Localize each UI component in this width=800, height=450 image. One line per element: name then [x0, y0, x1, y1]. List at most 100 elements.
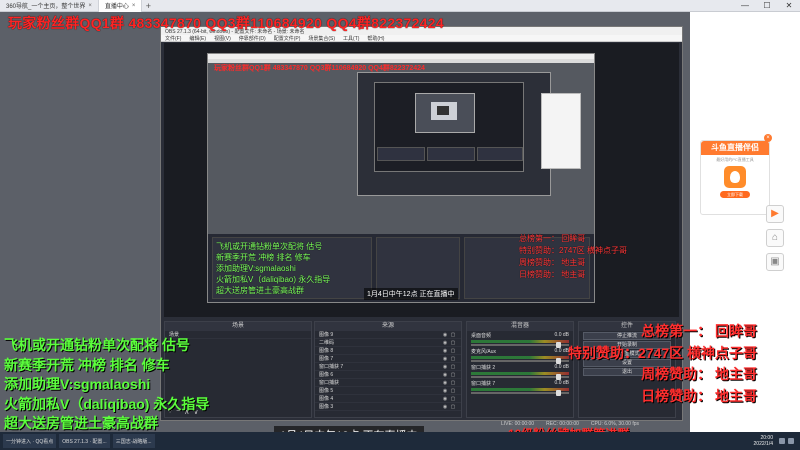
mixer-channel[interactable]: 桌面音频 0.0 dB — [467, 331, 573, 348]
red-line: 特别赞助：2747区 横神点子哥 — [568, 344, 758, 361]
eye-icon: ◉ — [442, 403, 448, 410]
screenshot-icon[interactable]: ▣ — [766, 253, 784, 271]
douyu-logo-icon — [724, 166, 746, 188]
volume-slider[interactable] — [471, 390, 569, 396]
clock-date: 2022/1/4 — [753, 441, 773, 447]
menu-item[interactable]: 帮助(H) — [367, 35, 384, 42]
home-icon[interactable]: ⌂ — [766, 229, 784, 247]
volume-slider[interactable] — [471, 358, 569, 364]
overlay-green-text: 飞机或开通钻粉单次配将 估号 新赛季开荒 冲榜 排名 修车 添加助理V:sgma… — [4, 336, 209, 434]
nested-capture-window-2 — [357, 72, 581, 196]
eye-icon: ◉ — [442, 371, 448, 378]
side-toolbar: ▶ ⌂ ▣ — [766, 205, 784, 271]
menu-item[interactable]: 工具(T) — [343, 35, 359, 42]
lock-icon: ▢ — [450, 339, 456, 346]
green-line: 添加助理V:sgmalaoshi — [216, 264, 296, 273]
source-item[interactable]: 图像 4 ◉ ▢ — [315, 395, 461, 403]
window-controls: — ☐ ✕ — [734, 1, 800, 10]
tab-label: 360导航_一个主页，整个世界 — [6, 4, 86, 10]
dock-title: 混音器 — [467, 322, 573, 331]
ad-title: 斗鱼直播伴侣 — [701, 141, 769, 155]
volume-slider[interactable] — [471, 374, 569, 380]
green-line: 超大送房管进土豪高战群 — [4, 415, 158, 431]
mixer-channel[interactable]: 窗口捕获 7 0.0 dB — [467, 379, 573, 396]
green-line: 火箭加私V（daliqibao) 永久指导 — [4, 395, 210, 412]
menu-item[interactable]: 视图(V) — [214, 35, 231, 42]
lock-icon: ▢ — [450, 371, 456, 378]
taskbar-item[interactable]: OBS 27.1.3 · 配置... — [59, 434, 110, 448]
green-line: 超大送房管进土豪高战群 — [216, 286, 304, 295]
browser-tab[interactable]: 360导航_一个主页，整个世界 × — [0, 0, 99, 12]
lock-icon: ▢ — [450, 379, 456, 386]
source-item[interactable]: 图像 9 ◉ ▢ — [315, 331, 461, 339]
green-line: 新赛季开荒 冲榜 排名 修车 — [216, 253, 311, 262]
eye-icon: ◉ — [442, 331, 448, 338]
taskbar-item[interactable]: 一分钟进入 · QQ看点 — [3, 434, 57, 448]
obs-preview[interactable]: 玩家粉丝群QQ1群 483347870 QQ3群110684920 QQ4群82… — [164, 43, 679, 317]
dock-title: 来源 — [315, 322, 461, 331]
obs-menubar: 文件(F) 编辑(E) 视图(V) 停靠部件(D) 配置文件(P) 场景集合(S… — [161, 35, 682, 42]
green-line: 飞机或开通钻粉单次配将 估号 — [216, 242, 323, 251]
source-item[interactable]: 图像 8 ◉ ▢ — [315, 347, 461, 355]
overlay-title: 玩家粉丝群QQ1群 483347870 QQ3群110684920 QQ4群82… — [8, 15, 444, 31]
red-line: 特别赞助：2747区 横神点子哥 — [519, 246, 628, 255]
taskbar: 一分钟进入 · QQ看点 OBS 27.1.3 · 配置... 三国志·战略版.… — [0, 432, 800, 450]
dock-title: 场景 — [165, 322, 311, 331]
volume-slider[interactable] — [471, 342, 569, 348]
nested-caption: 1月4日中午12点 正在直播中 — [364, 288, 458, 300]
menu-item[interactable]: 编辑(E) — [189, 35, 206, 42]
red-line: 日榜赞助： 地主哥 — [641, 387, 758, 404]
menu-item[interactable]: 场景集合(S) — [308, 35, 335, 42]
menu-item[interactable]: 文件(F) — [165, 35, 181, 42]
source-item[interactable]: 图像 6 ◉ ▢ — [315, 371, 461, 379]
play-icon[interactable]: ▶ — [766, 205, 784, 223]
green-line: 飞机或开通钻粉单次配将 估号 — [4, 337, 190, 353]
new-tab-button[interactable]: + — [142, 1, 154, 11]
eye-icon: ◉ — [442, 387, 448, 394]
lock-icon: ▢ — [450, 363, 456, 370]
source-item[interactable]: 图像 5 ◉ ▢ — [315, 387, 461, 395]
source-item[interactable]: 二维码 ◉ ▢ — [315, 339, 461, 347]
browser-tab-active[interactable]: 直播中心 × — [98, 0, 143, 12]
menu-item[interactable]: 停靠部件(D) — [239, 35, 266, 42]
close-icon[interactable]: × — [88, 3, 92, 9]
mixer-dock: 混音器 桌面音频 0.0 dB 麦克风/Aux 0.0 dB 窗口捕获 2 0.0 d… — [466, 321, 574, 418]
minimize-icon[interactable]: — — [734, 1, 756, 10]
eye-icon: ◉ — [442, 395, 448, 402]
mixer-channel[interactable]: 麦克风/Aux 0.0 dB — [467, 347, 573, 364]
taskbar-item[interactable]: 三国志·战略版... — [112, 434, 155, 448]
nested-capture-window-4 — [415, 93, 475, 133]
volume-icon[interactable] — [788, 438, 794, 444]
green-line: 添加助理V:sgmalaoshi — [4, 376, 151, 392]
nested-red-text: 总榜第一： 回眸哥 特别赞助：2747区 横神点子哥 周榜赞助： 地主哥 日榜赞… — [519, 233, 627, 281]
lock-icon: ▢ — [450, 331, 456, 338]
taskbar-clock[interactable]: 20:00 2022/1/4 — [754, 435, 773, 447]
red-line: 总榜第一： 回眸哥 — [641, 323, 758, 339]
source-item[interactable]: 窗口捕获 ◉ ▢ — [315, 379, 461, 387]
lock-icon: ▢ — [450, 355, 456, 362]
tab-label: 直播中心 — [104, 4, 129, 10]
close-window-icon[interactable]: ✕ — [778, 1, 800, 10]
source-item[interactable]: 窗口捕获 7 ◉ ▢ — [315, 363, 461, 371]
source-item[interactable]: 图像 3 ◉ ▢ — [315, 403, 461, 411]
close-icon[interactable]: × — [132, 3, 136, 9]
ad-close-button[interactable]: × — [764, 134, 772, 142]
mixer-channel[interactable]: 窗口捕获 2 0.0 dB — [467, 363, 573, 380]
green-line: 新赛季开荒 冲榜 排名 修车 — [4, 356, 170, 373]
ad-card[interactable]: 斗鱼直播伴侣 最好用的PC直播工具 立即下载 — [700, 140, 770, 215]
red-line: 总榜第一： 回眸哥 — [519, 234, 586, 243]
eye-icon: ◉ — [442, 363, 448, 370]
tray-icons — [779, 438, 794, 444]
lock-icon: ▢ — [450, 387, 456, 394]
green-line: 火箭加私V（daliqibao) 永久指导 — [216, 275, 331, 284]
lock-icon: ▢ — [450, 347, 456, 354]
ad-download-button[interactable]: 立即下载 — [720, 191, 750, 198]
nested-ad-panel — [541, 93, 581, 169]
menu-item[interactable]: 配置文件(P) — [274, 35, 301, 42]
red-line: 周榜赞助： 地主哥 — [519, 258, 586, 267]
maximize-icon[interactable]: ☐ — [756, 1, 778, 10]
network-icon[interactable] — [779, 438, 785, 444]
lock-icon: ▢ — [450, 403, 456, 410]
nested-capture-window-3 — [374, 82, 524, 172]
source-item[interactable]: 图像 7 ◉ ▢ — [315, 355, 461, 363]
